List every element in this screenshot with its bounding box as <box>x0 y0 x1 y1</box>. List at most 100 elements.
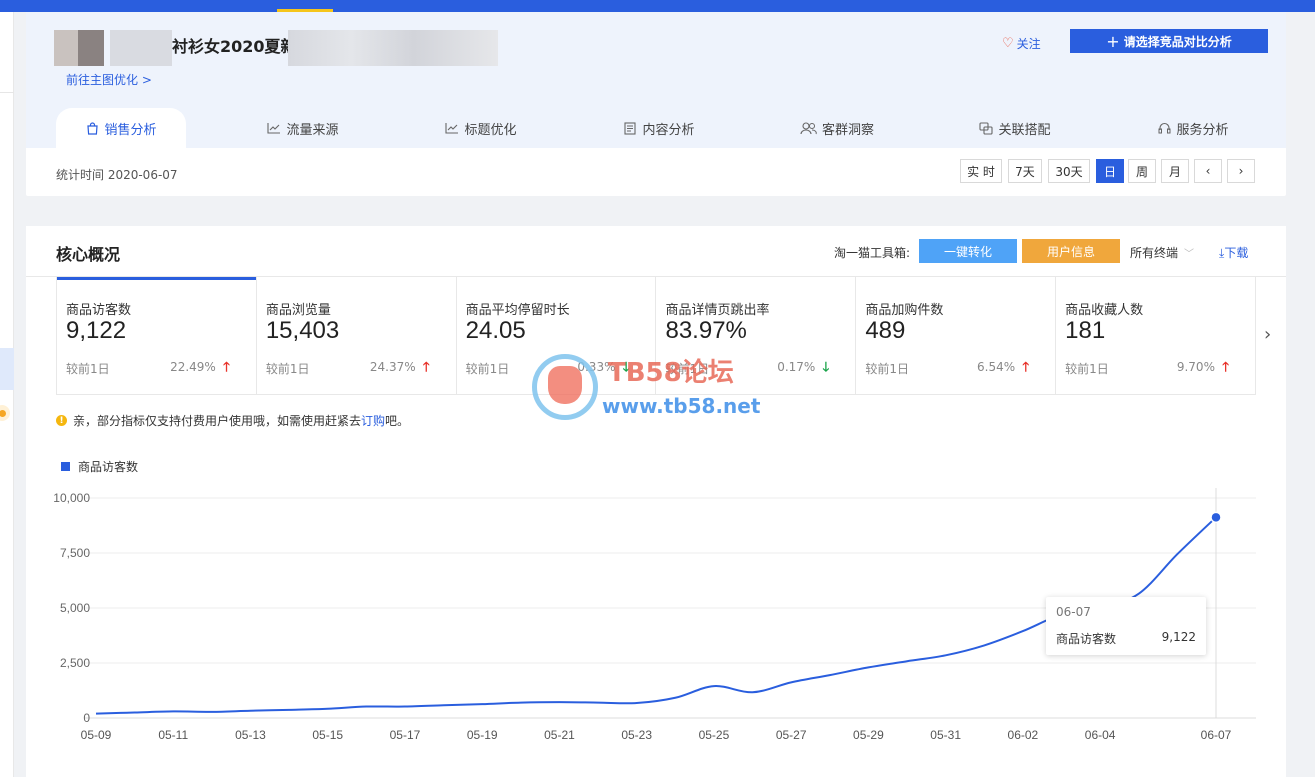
metric-value: 24.05 <box>465 317 526 344</box>
tab-traffic-source[interactable]: 流量来源 <box>238 108 368 148</box>
period-realtime-button[interactable]: 实 时 <box>960 159 1002 183</box>
metrics-row: 商品访客数 9,122 较前1日 22.49% 🡑 商品浏览量 15,403 较… <box>56 277 1256 395</box>
chevron-down-icon: ﹀ <box>1184 249 1195 260</box>
tab-label: 标题优化 <box>464 122 517 138</box>
tab-customer-insight[interactable]: 客群洞察 <box>772 108 902 148</box>
core-overview-title: 核心概况 <box>56 245 121 264</box>
one-click-convert-button[interactable]: 一键转化 <box>919 239 1017 263</box>
product-title-blur <box>288 30 498 66</box>
terminal-select[interactable]: 所有终端 ﹀ <box>1130 244 1194 261</box>
tooltip-series-name: 商品访客数 <box>1056 632 1117 646</box>
chevron-right-icon: › <box>1238 164 1244 178</box>
y-tick-label: 0 <box>83 711 90 725</box>
period-7d-button[interactable]: 7天 <box>1008 159 1042 183</box>
chart-legend[interactable]: 商品访客数 <box>61 458 138 475</box>
x-tick-label: 06-04 <box>1085 728 1116 742</box>
x-tick-label: 06-07 <box>1201 728 1232 742</box>
metric-label: 商品详情页跳出率 <box>665 303 770 318</box>
x-tick-label: 05-19 <box>467 728 498 742</box>
chart-tooltip: 06-07 商品访客数 9,122 <box>1046 597 1206 655</box>
notice-text: 亲，部分指标仅支持付费用户使用哦，如需使用赶紧去 <box>73 414 362 428</box>
compare-competitor-button[interactable]: + 请选择竞品对比分析 <box>1070 29 1268 53</box>
metric-card-pageviews[interactable]: 商品浏览量 15,403 较前1日 24.37% 🡑 <box>257 277 457 395</box>
product-title: 衬衫女2020夏新 <box>172 37 297 56</box>
x-tick-label: 05-31 <box>930 728 961 742</box>
arrow-up-icon: 🡑 <box>1222 360 1229 375</box>
chevron-left-icon: ‹ <box>1205 164 1211 178</box>
left-sidebar-divider <box>0 92 14 93</box>
follow-label: 关注 <box>1016 37 1041 51</box>
metric-change: 0.33% <box>577 360 616 374</box>
period-30d-button[interactable]: 30天 <box>1048 159 1090 183</box>
metric-label: 商品收藏人数 <box>1065 303 1144 318</box>
metric-card-visitors[interactable]: 商品访客数 9,122 较前1日 22.49% 🡑 <box>57 277 257 395</box>
arrow-up-icon: 🡑 <box>223 360 230 375</box>
x-tick-label: 06-02 <box>1008 728 1039 742</box>
tab-label: 内容分析 <box>642 122 695 138</box>
metric-value: 9,122 <box>66 317 127 344</box>
metric-compare-label: 较前1日 <box>665 362 710 376</box>
user-info-button[interactable]: 用户信息 <box>1022 239 1120 263</box>
metric-card-bounce-rate[interactable]: 商品详情页跳出率 83.97% 较前1日 0.17% 🡓 <box>656 277 857 395</box>
metric-value: 489 <box>865 317 906 344</box>
left-sidebar-selected-item[interactable] <box>0 348 14 390</box>
x-tick-label: 05-25 <box>699 728 730 742</box>
warning-icon: ! <box>56 415 67 426</box>
next-date-button[interactable]: › <box>1227 159 1255 183</box>
main-image-optimize-link[interactable]: 前往主图优化 > <box>66 71 152 88</box>
data-point-highlight[interactable] <box>1210 511 1222 524</box>
document-icon <box>623 121 637 135</box>
tab-content-analysis[interactable]: 内容分析 <box>594 108 724 148</box>
metric-change: 0.17% <box>777 360 816 374</box>
product-thumbnail-blur <box>78 30 104 66</box>
product-header: 衬衫女2020夏新 前往主图优化 > ♡ 关注 + 请选择竞品对比分析 销售分析… <box>26 12 1286 148</box>
y-tick-label: 5,000 <box>60 601 90 615</box>
compare-label: 请选择竞品对比分析 <box>1123 34 1232 49</box>
notice-suffix: 吧。 <box>385 414 410 428</box>
metric-label: 商品加购件数 <box>865 303 944 318</box>
period-day-button[interactable]: 日 <box>1096 159 1124 183</box>
x-tick-label: 05-29 <box>853 728 884 742</box>
metric-compare-label: 较前1日 <box>66 362 110 376</box>
left-sidebar <box>0 12 14 777</box>
arrow-down-icon: 🡓 <box>822 360 830 375</box>
legend-swatch <box>61 462 70 471</box>
line-chart-icon <box>267 122 281 135</box>
link-icon <box>979 121 994 135</box>
tab-label: 服务分析 <box>1176 122 1229 138</box>
metric-compare-label: 较前1日 <box>465 362 510 376</box>
y-tick-label: 10,000 <box>53 491 90 505</box>
download-button[interactable]: ⤓下载 <box>1219 244 1248 261</box>
y-tick-label: 7,500 <box>60 546 90 560</box>
tab-title-optimize[interactable]: 标题优化 <box>416 108 546 148</box>
legend-label: 商品访客数 <box>78 460 139 474</box>
stat-time: 统计时间 2020-06-07 <box>56 168 178 182</box>
x-tick-label: 05-17 <box>390 728 421 742</box>
arrow-up-icon: 🡑 <box>1022 360 1030 375</box>
tab-label: 销售分析 <box>104 122 157 138</box>
period-week-button[interactable]: 周 <box>1128 159 1156 183</box>
metric-compare-label: 较前1日 <box>1065 362 1109 376</box>
x-tick-label: 05-21 <box>544 728 575 742</box>
period-month-button[interactable]: 月 <box>1161 159 1189 183</box>
metric-change: 24.37% <box>369 360 416 374</box>
heart-icon: ♡ <box>1002 36 1014 51</box>
tab-label: 关联搭配 <box>998 122 1051 138</box>
product-title-blur <box>110 30 172 66</box>
tab-related-match[interactable]: 关联搭配 <box>950 108 1080 148</box>
metric-card-avg-stay[interactable]: 商品平均停留时长 24.05 较前1日 0.33% 🡓 <box>457 277 657 395</box>
tab-service-analysis[interactable]: 服务分析 <box>1128 108 1258 148</box>
follow-button[interactable]: ♡ 关注 <box>1002 35 1041 52</box>
prev-date-button[interactable]: ‹ <box>1194 159 1222 183</box>
x-tick-label: 05-11 <box>158 728 188 742</box>
toolbox-label: 淘一猫工具箱: <box>834 246 911 260</box>
subscribe-link[interactable]: 订购 <box>361 414 385 428</box>
metrics-next-chevron-icon[interactable]: › <box>1264 324 1271 345</box>
tooltip-value: 9,122 <box>1161 630 1196 644</box>
tab-sales-analysis[interactable]: 销售分析 <box>56 108 186 148</box>
metric-compare-label: 较前1日 <box>265 362 310 376</box>
x-tick-label: 05-23 <box>621 728 652 742</box>
x-tick-label: 05-13 <box>235 728 266 742</box>
metric-card-add-cart[interactable]: 商品加购件数 489 较前1日 6.54% 🡑 <box>856 277 1057 395</box>
metric-card-favorites[interactable]: 商品收藏人数 181 较前1日 9.70% 🡑 <box>1056 277 1256 395</box>
